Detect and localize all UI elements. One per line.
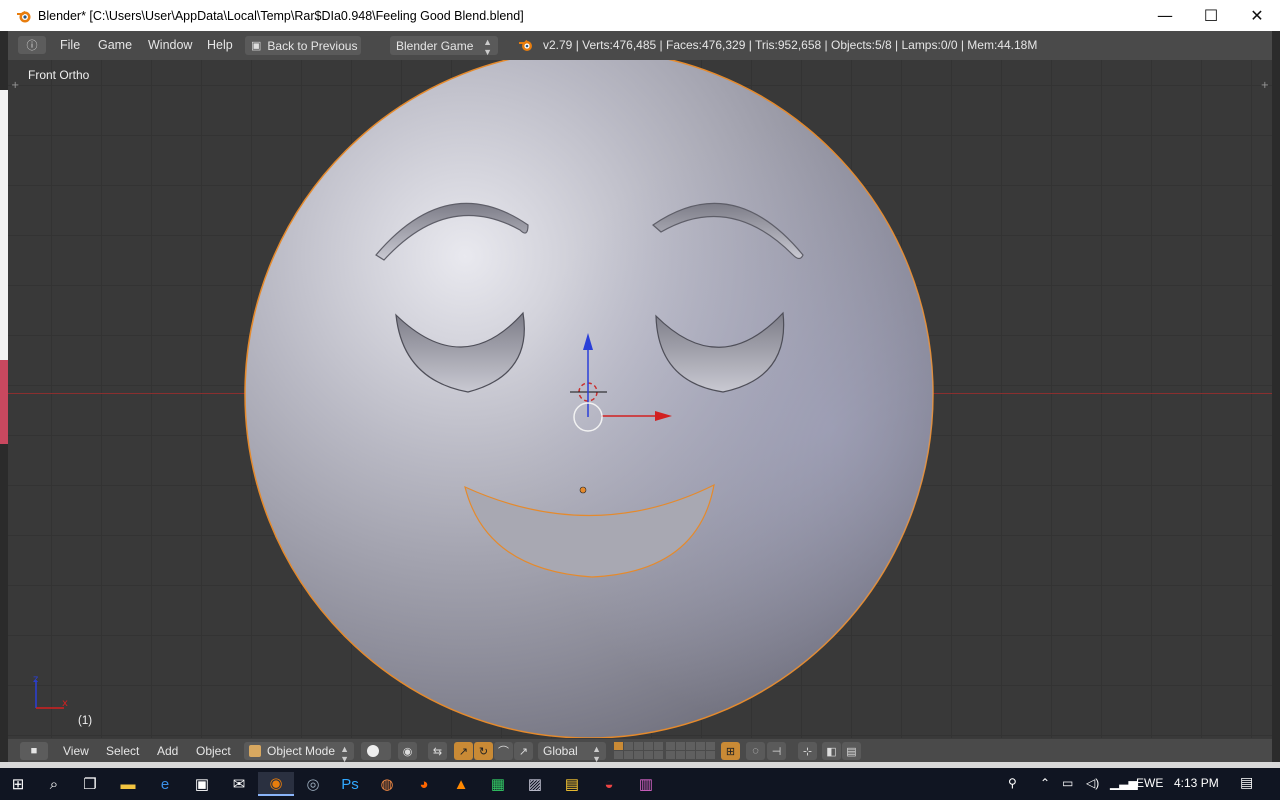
blender-taskbar-icon[interactable]: ◉ [258,772,294,796]
people-icon[interactable]: ⚲ [1008,776,1017,790]
file-explorer-icon[interactable]: ▬ [110,772,146,796]
menu-view[interactable]: View [63,744,89,758]
back-to-previous-button[interactable]: ▣ Back to Previous [245,36,361,55]
minimize-button[interactable]: — [1142,0,1188,31]
store-icon[interactable]: ▣ [184,772,220,796]
interaction-mode-value: Object Mode [267,744,336,758]
blender-logo-icon [17,10,31,22]
interaction-mode-select[interactable]: Object Mode ▲ ▼ [244,742,354,764]
spreadsheet-icon[interactable]: ▦ [480,772,516,796]
firefox-icon[interactable]: ◕ [406,772,442,796]
menu-help[interactable]: Help [207,38,233,52]
scale-manipulator-icon[interactable]: ⌒ [494,742,513,760]
blender-logo-icon [519,39,532,51]
window-title: Blender* [C:\Users\User\AppData\Local\Te… [38,8,524,23]
snap-toggle-icon[interactable]: ⊹ [798,742,817,760]
transform-orientation-select[interactable]: Global ▲ ▼ [538,742,606,764]
screen-icon: ▣ [251,40,262,52]
menu-add[interactable]: Add [157,744,178,758]
viewport-shading-select[interactable] [361,742,391,760]
photos-icon[interactable]: ▨ [517,772,553,796]
menu-window[interactable]: Window [148,38,192,52]
pivot-point-icon[interactable]: ◉ [398,742,417,760]
edge-browser-icon[interactable]: e [147,772,183,796]
volume-icon[interactable]: ◁) [1086,776,1099,790]
svg-text:x: x [62,698,68,709]
back-to-previous-label: Back to Previous [267,38,358,53]
task-view-icon[interactable]: ❐ [72,772,108,796]
transform-orientation-value: Global [543,744,578,758]
search-icon[interactable]: ⌕ [36,772,72,796]
frame-label: (1) [78,715,93,727]
paint-icon[interactable]: ◒ [591,772,627,796]
render-engine-select[interactable]: Blender Game ▲ ▼ [390,36,498,57]
vlc-icon[interactable]: ▲ [443,772,479,796]
language-indicator[interactable]: EWE [1136,776,1163,790]
photoshop-icon[interactable]: Ps [332,772,368,796]
render-engine-value: Blender Game [396,38,474,53]
maximize-button[interactable]: ☐ [1188,0,1234,31]
close-button[interactable]: ✕ [1234,0,1280,31]
tray-expand-icon[interactable]: ⌃ [1040,776,1050,790]
rotate-manipulator-icon[interactable]: ↻ [474,742,493,760]
svg-text:z: z [33,674,38,685]
network-icon[interactable]: ▁▃▅ [1110,776,1138,790]
menu-file[interactable]: File [60,38,80,52]
archive-icon[interactable]: ▤ [554,772,590,796]
updown-arrows-icon: ▲ ▼ [340,744,349,764]
layers-group-a[interactable] [614,742,663,760]
layers-group-b[interactable] [666,742,715,760]
cube-icon [249,745,261,757]
updown-arrows-icon: ▲ ▼ [483,37,492,57]
clock[interactable]: 4:13 PM [1174,776,1219,790]
scene-stats: v2.79 | Verts:476,485 | Faces:476,329 | … [543,38,1038,52]
solid-shading-icon [367,745,379,757]
battery-icon[interactable]: ▭ [1062,776,1073,790]
editor-type-icon[interactable]: ■ [20,742,48,760]
3d-viewport[interactable]: Front Ortho + + z x (1) [8,60,1272,738]
menu-object[interactable]: Object [196,744,231,758]
lock-layers-icon[interactable]: ⊞ [721,742,740,760]
app-icon[interactable]: ◎ [295,772,331,796]
background-window-accent [0,360,8,444]
winrar-icon[interactable]: ▥ [628,772,664,796]
window-titlebar: Blender* [C:\Users\User\AppData\Local\Te… [0,0,1280,31]
start-windows-icon[interactable]: ⊞ [0,772,36,796]
notifications-icon[interactable]: ▤ [1240,774,1253,791]
chrome-icon[interactable]: ◍ [369,772,405,796]
background-window-edge [0,90,8,360]
menu-game[interactable]: Game [98,38,132,52]
windows-taskbar: ⊞ ⌕ ❐ ▬ e ▣ ✉ ◉ ◎ Ps ◍ ◕ ▲ ▦ ▨ ▤ ◒ ▥ ⚲ ⌃… [0,768,1280,800]
mail-icon[interactable]: ✉ [221,772,257,796]
emoji-mesh[interactable]: z x [8,60,1272,738]
proportional-edit-icon[interactable]: ◌ [746,742,765,760]
translate-manipulator-icon[interactable]: ↗ [454,742,473,760]
normal-icon[interactable]: ↗ [514,742,533,760]
render-opengl-icon[interactable]: ◧ [822,742,841,760]
info-header: ⓘ File Game Window Help ▣ Back to Previo… [8,31,1272,61]
manipulator-toggle-icon[interactable]: ⇆ [428,742,447,760]
snap-element-icon[interactable]: ⊣ [767,742,786,760]
render-animation-icon[interactable]: ▤ [842,742,861,760]
updown-arrows-icon: ▲ ▼ [592,744,601,764]
menu-select[interactable]: Select [106,744,139,758]
info-editor-type-icon[interactable]: ⓘ [18,36,46,54]
viewport-header: ■ View Select Add Object Object Mode ▲ ▼ … [8,738,1272,764]
